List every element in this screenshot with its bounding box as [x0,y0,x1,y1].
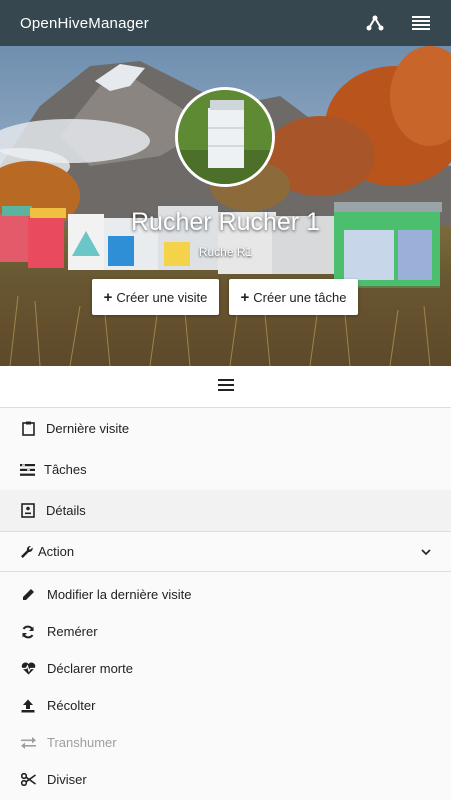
action-declare-dead[interactable]: Déclarer morte [0,650,451,687]
action-item-label: Déclarer morte [47,661,133,676]
heartbeat-icon [20,661,36,677]
action-transhumance[interactable]: Transhumer [0,724,451,761]
clipboard-icon [20,421,36,437]
app-bar: OpenHiveManager [0,0,451,46]
action-requeen[interactable]: Remérer [0,613,451,650]
action-submenu: Modifier la dernière visite Remérer Décl… [0,572,451,798]
action-edit-last-visit[interactable]: Modifier la dernière visite [0,576,451,613]
refresh-icon [20,624,36,640]
list-menu-icon[interactable] [411,13,431,33]
menu-item-last-visit[interactable]: Dernière visite [0,408,451,449]
create-task-label: Créer une tâche [253,289,347,305]
app-title[interactable]: OpenHiveManager [20,15,339,32]
create-visit-label: Créer une visite [116,289,208,305]
hive-subtitle: Ruche R1 [198,245,253,259]
tasks-icon [19,462,35,478]
create-visit-button[interactable]: + Créer une visite [92,279,219,315]
action-item-label: Transhumer [47,735,117,750]
upload-icon [20,698,36,714]
details-icon [20,503,36,519]
wrench-icon [20,544,36,560]
action-label: Action [38,544,75,559]
chevron-down-icon [421,544,431,559]
menu-item-details[interactable]: Détails [0,490,451,531]
action-item-label: Diviser [47,772,87,787]
action-split[interactable]: Diviser [0,761,451,798]
menu-item-label: Détails [46,503,86,518]
create-task-button[interactable]: + Créer une tâche [229,279,358,315]
action-harvest[interactable]: Récolter [0,687,451,724]
share-nodes-icon[interactable] [365,13,385,33]
hive-menu: Dernière visite Tâches Détails Action Mo… [0,408,451,798]
pencil-icon [20,587,36,603]
menu-item-tasks[interactable]: Tâches [0,449,451,490]
plus-icon: + [103,288,113,306]
apiary-title: Rucher Rucher 1 [131,208,320,236]
exchange-icon [20,735,36,751]
plus-icon: + [240,288,250,306]
hamburger-icon [217,378,234,396]
scissors-icon [20,772,36,788]
action-item-label: Récolter [47,698,96,713]
action-accordion-header[interactable]: Action [0,531,451,572]
menu-toggle-button[interactable] [0,366,451,408]
action-item-label: Modifier la dernière visite [47,587,192,602]
menu-item-label: Tâches [44,462,87,477]
hive-avatar [175,87,275,187]
menu-item-label: Dernière visite [46,421,130,436]
action-item-label: Remérer [47,624,98,639]
apiary-hero: Rucher Rucher 1 Ruche R1 + Créer une vis… [0,46,451,366]
